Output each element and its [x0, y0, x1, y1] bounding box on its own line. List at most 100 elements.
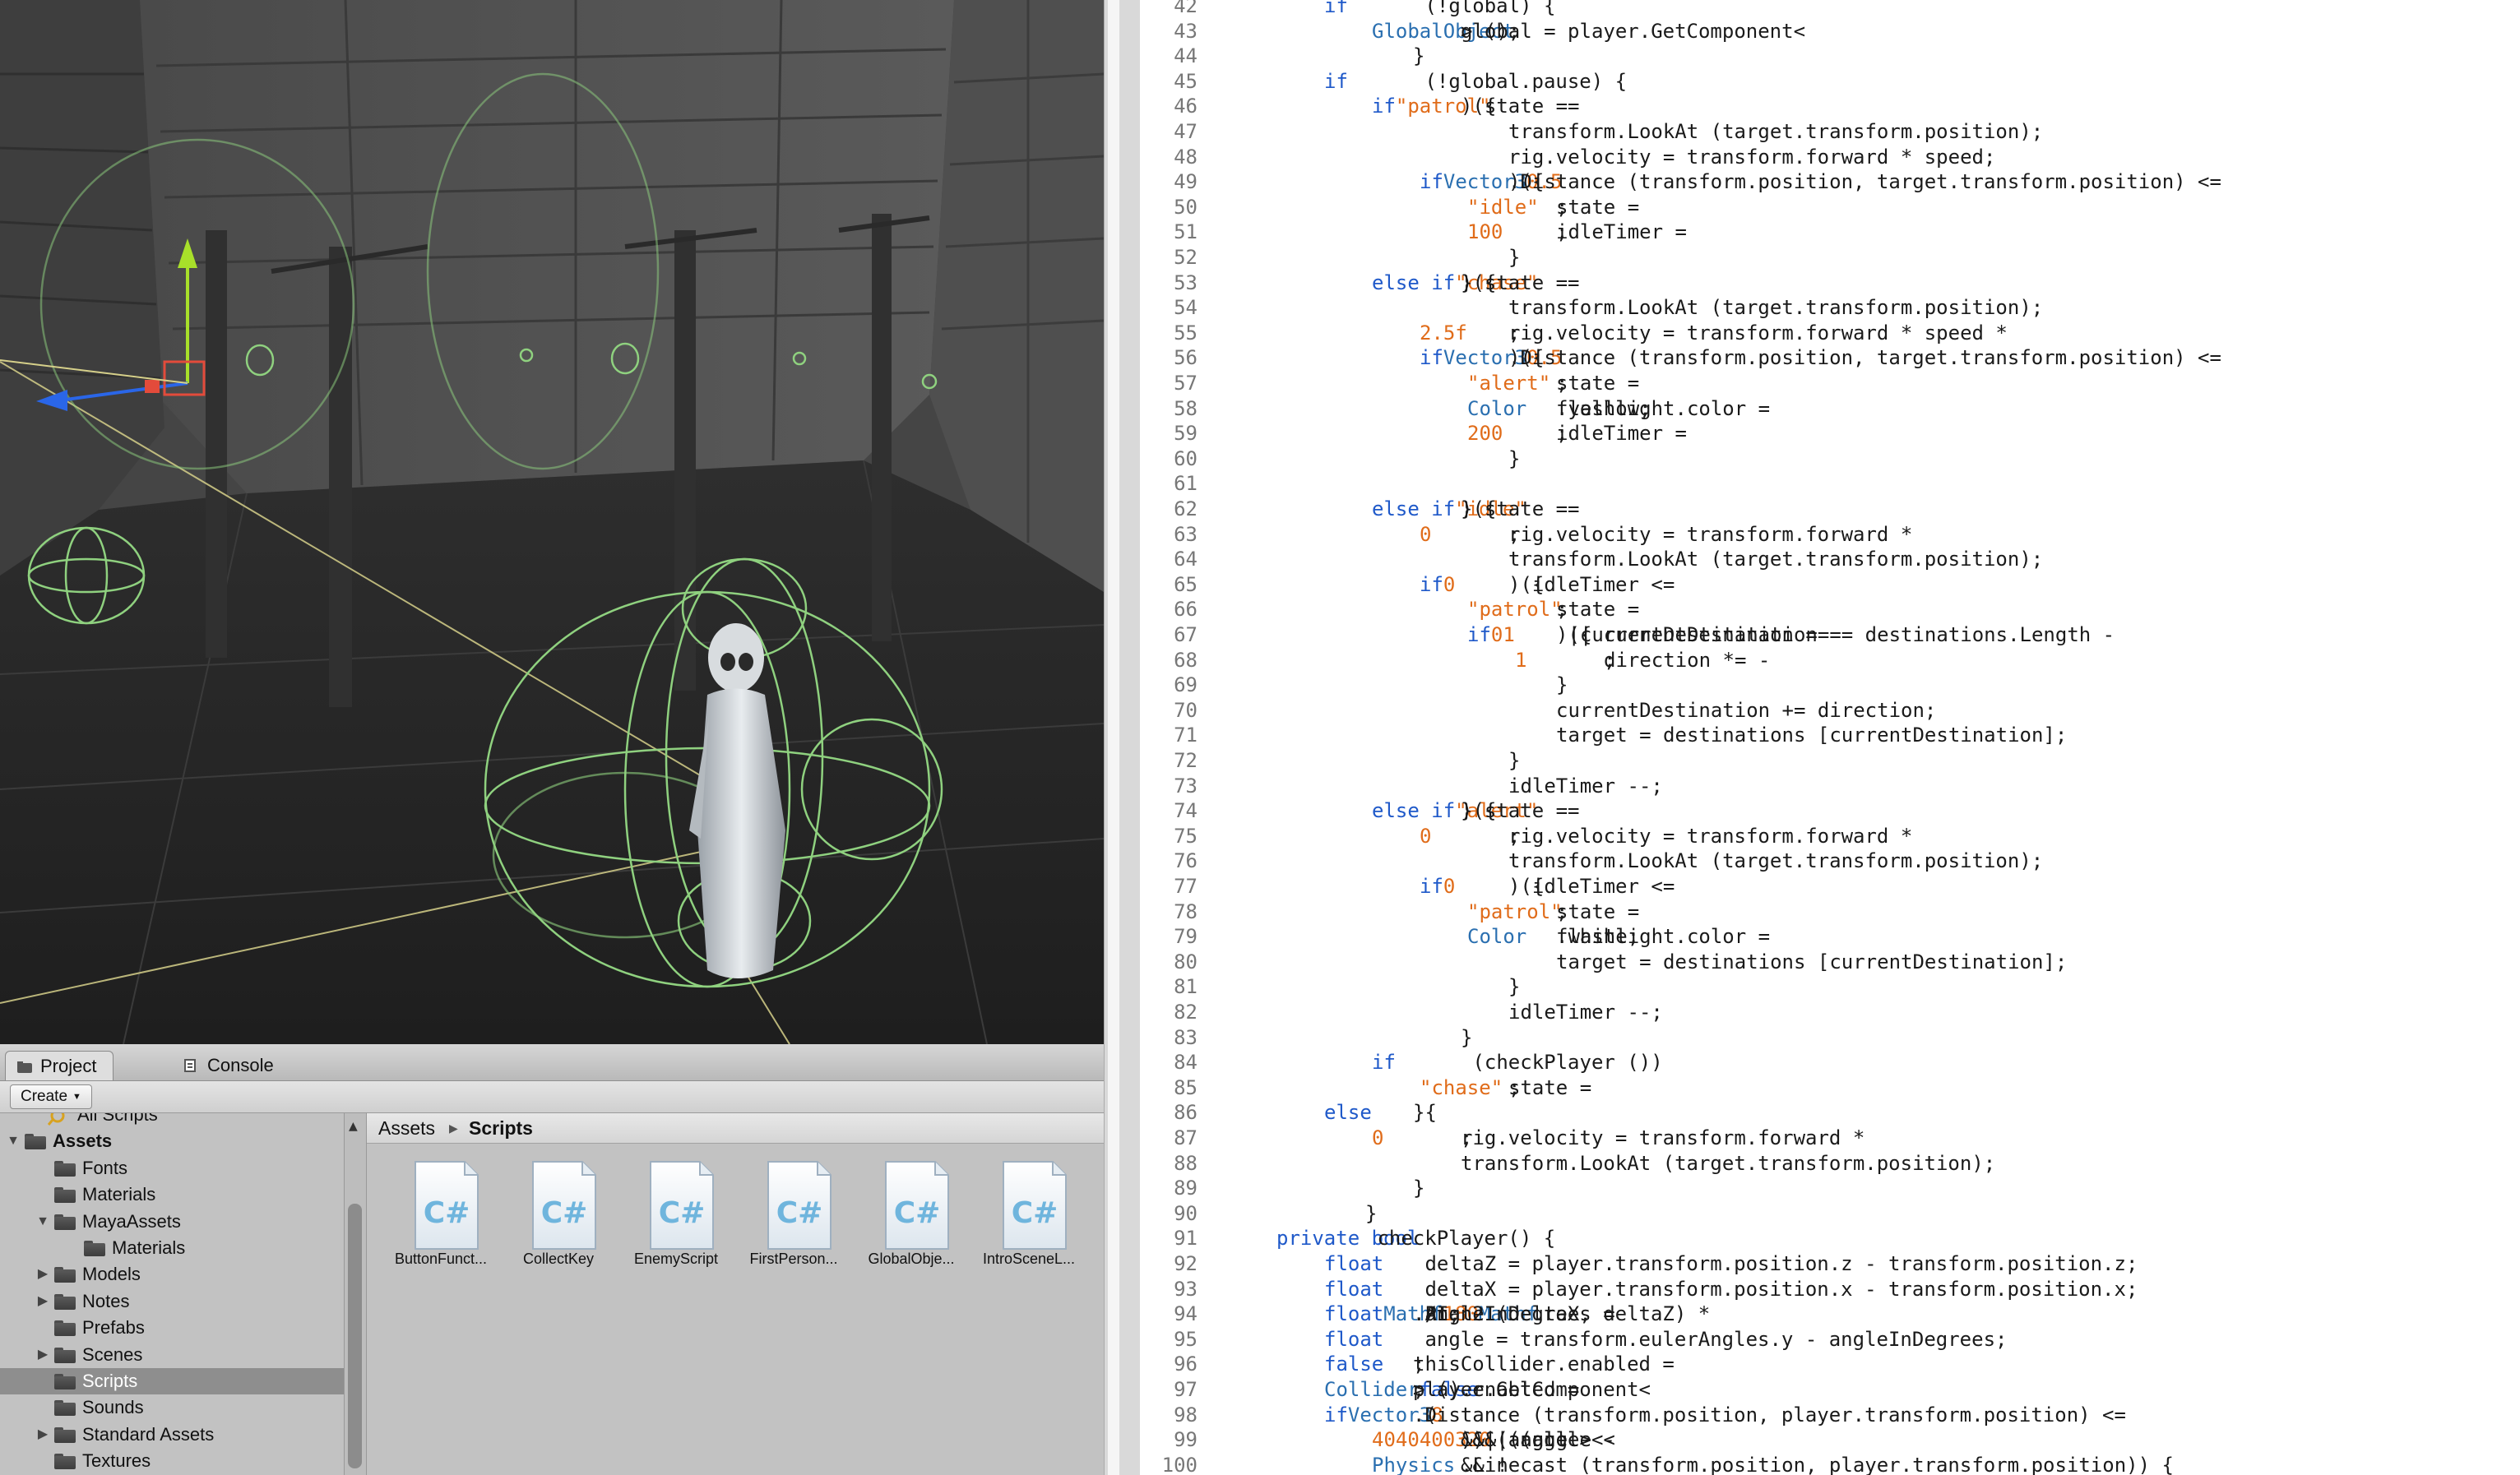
expand-arrow-icon[interactable]: ▼ [36, 1209, 49, 1235]
asset-name: GlobalObje... [868, 1251, 955, 1267]
script-asset[interactable]: C# EnemyScript [618, 1160, 734, 1267]
folder-icon [54, 1160, 76, 1177]
line-number: 65 [1174, 572, 1197, 596]
line-number: 84 [1174, 1051, 1197, 1075]
code-text: if (currentDestination == 0 || currentDe… [1467, 623, 2127, 646]
assets-grid: C# ButtonFunct... C# CollectKey C# EnemyScrip… [367, 1144, 1104, 1475]
asset-name: FirstPerson... [749, 1251, 838, 1267]
tree-item-sounds[interactable]: Sounds [0, 1394, 344, 1421]
script-asset[interactable]: C# GlobalObje... [854, 1160, 969, 1267]
tab-console[interactable]: Console [173, 1051, 290, 1080]
line-number: 88 [1174, 1151, 1197, 1175]
create-button[interactable]: Create ▼ [10, 1084, 92, 1109]
line-number: 95 [1174, 1327, 1197, 1351]
line-number: 66 [1174, 598, 1197, 622]
code-text: float deltaX = player.transform.position… [1324, 1277, 2138, 1301]
collapse-arrow-icon[interactable]: ▶ [36, 1342, 49, 1368]
tab-project[interactable]: Project [5, 1051, 114, 1080]
line-number: 75 [1174, 824, 1197, 848]
tree-scrollbar[interactable]: ▲ [344, 1113, 367, 1475]
tree-item-prefabs[interactable]: Prefabs [0, 1315, 344, 1341]
csharp-script-icon: C# [1000, 1160, 1067, 1250]
code-text: if (state == "patrol") { [1372, 95, 1591, 118]
collapse-arrow-icon[interactable]: ▶ [36, 1261, 49, 1288]
tree-item-all-scripts[interactable]: All Scripts [0, 1113, 344, 1128]
line-number: 60 [1174, 446, 1197, 470]
panel-tab-bar: Project Console [0, 1044, 1104, 1081]
tree-item-notes[interactable]: ▶ Notes [0, 1288, 344, 1315]
line-number: 80 [1174, 950, 1197, 973]
script-asset[interactable]: C# FirstPerson... [736, 1160, 851, 1267]
folder-icon [54, 1267, 76, 1283]
create-label: Create [21, 1088, 68, 1105]
breadcrumb-assets[interactable]: Assets [378, 1113, 435, 1143]
tree-item-label: Fonts [82, 1157, 128, 1178]
tree-item-label: Standard Assets [82, 1423, 215, 1445]
code-text: rig.velocity = transform.forward * speed… [1420, 321, 2020, 344]
line-number: 98 [1174, 1403, 1197, 1426]
tree-item-mayaassets[interactable]: ▼ MayaAssets [0, 1209, 344, 1235]
folder-icon [54, 1320, 76, 1337]
code-text: if (Vector3 .Distance (transform.position… [1324, 1403, 2138, 1426]
collapse-arrow-icon[interactable]: ▶ [36, 1422, 49, 1448]
tree-item-label: All Scripts [77, 1113, 158, 1125]
tree-item-fonts[interactable]: Fonts [0, 1155, 344, 1181]
code-text: direction *= -1; [1515, 648, 1771, 672]
code-editor[interactable]: 42 if (!global) {43 global = player.GetCom… [1140, 0, 2520, 1475]
svg-text:C#: C# [424, 1196, 470, 1230]
csharp-script-icon: C# [412, 1160, 479, 1250]
script-asset[interactable]: C# CollectKey [501, 1160, 616, 1267]
tree-item-assets[interactable]: ▼ Assets [0, 1128, 344, 1154]
folder-tree[interactable]: All Scripts ▼ Assets Fonts Materials ▼ MayaAss… [0, 1113, 344, 1475]
scrollbar-thumb[interactable] [348, 1204, 362, 1468]
line-number: 89 [1174, 1177, 1197, 1200]
code-text: idleTimer = 200; [1467, 422, 1699, 446]
line-number: 86 [1174, 1101, 1197, 1125]
line-number: 51 [1174, 220, 1197, 244]
line-number: 76 [1174, 849, 1197, 873]
expand-arrow-icon[interactable]: ▼ [7, 1128, 20, 1154]
script-asset[interactable]: C# ButtonFunct... [383, 1160, 498, 1267]
breadcrumb-scripts[interactable]: Scripts [469, 1113, 533, 1143]
tree-item-materials[interactable]: Materials [0, 1235, 344, 1261]
tree-item-materials[interactable]: Materials [0, 1181, 344, 1208]
code-text: && ((angle < 40 && angle > -40) || (angl… [1372, 1428, 1628, 1452]
line-number: 92 [1174, 1252, 1197, 1275]
tree-item-scenes[interactable]: ▶ Scenes [0, 1342, 344, 1368]
line-number: 99 [1174, 1428, 1197, 1452]
line-number: 77 [1174, 875, 1197, 898]
tree-item-models[interactable]: ▶ Models [0, 1261, 344, 1288]
line-number: 74 [1174, 799, 1197, 823]
code-text: state = "chase"; [1420, 1075, 1604, 1099]
line-number: 91 [1174, 1227, 1197, 1251]
code-text: state = "patrol"; [1467, 598, 1651, 622]
collapse-arrow-icon[interactable]: ▶ [36, 1288, 49, 1315]
script-asset[interactable]: C# IntroSceneL... [971, 1160, 1086, 1267]
project-panel: Project Console Create ▼ All Scripts ▼ Asse… [0, 1044, 1104, 1475]
window-divider[interactable] [1104, 0, 1141, 1475]
line-number: 56 [1174, 346, 1197, 370]
line-number: 79 [1174, 925, 1197, 949]
line-number: 82 [1174, 1001, 1197, 1024]
breadcrumb-arrow-icon: ▶ [449, 1121, 458, 1135]
code-text: rig.velocity = transform.forward * 0; [1420, 522, 1925, 546]
code-text: if (!global.pause) { [1324, 69, 1628, 93]
code-text: player.GetComponent< Collider > ().enabled… [1324, 1378, 1651, 1401]
tree-item-scripts[interactable]: Scripts [0, 1368, 344, 1394]
code-text: if (idleTimer <= 0) { [1420, 572, 1687, 596]
tree-item-label: Textures [82, 1450, 151, 1472]
tree-item-textures[interactable]: Textures [0, 1448, 344, 1474]
scene-render[interactable] [0, 0, 1104, 1044]
scroll-up-icon[interactable]: ▲ [349, 1120, 358, 1133]
code-text: float deltaZ = player.transform.position… [1324, 1252, 2138, 1275]
code-text: idleTimer = 100; [1467, 220, 1699, 244]
tree-item-standard-assets[interactable]: ▶ Standard Assets [0, 1422, 344, 1448]
scene-view[interactable] [0, 0, 1104, 1044]
code-text: } else if (state == "chase") { [1372, 270, 1591, 294]
code-text: if (Vector3 .Distance (transform.position… [1420, 170, 2234, 194]
line-number: 46 [1174, 95, 1197, 118]
folder-icon [25, 1134, 46, 1150]
line-number: 63 [1174, 522, 1197, 546]
asset-name: CollectKey [522, 1251, 595, 1267]
code-text: && ! Physics .Linecast (transform.position… [1372, 1453, 2174, 1475]
